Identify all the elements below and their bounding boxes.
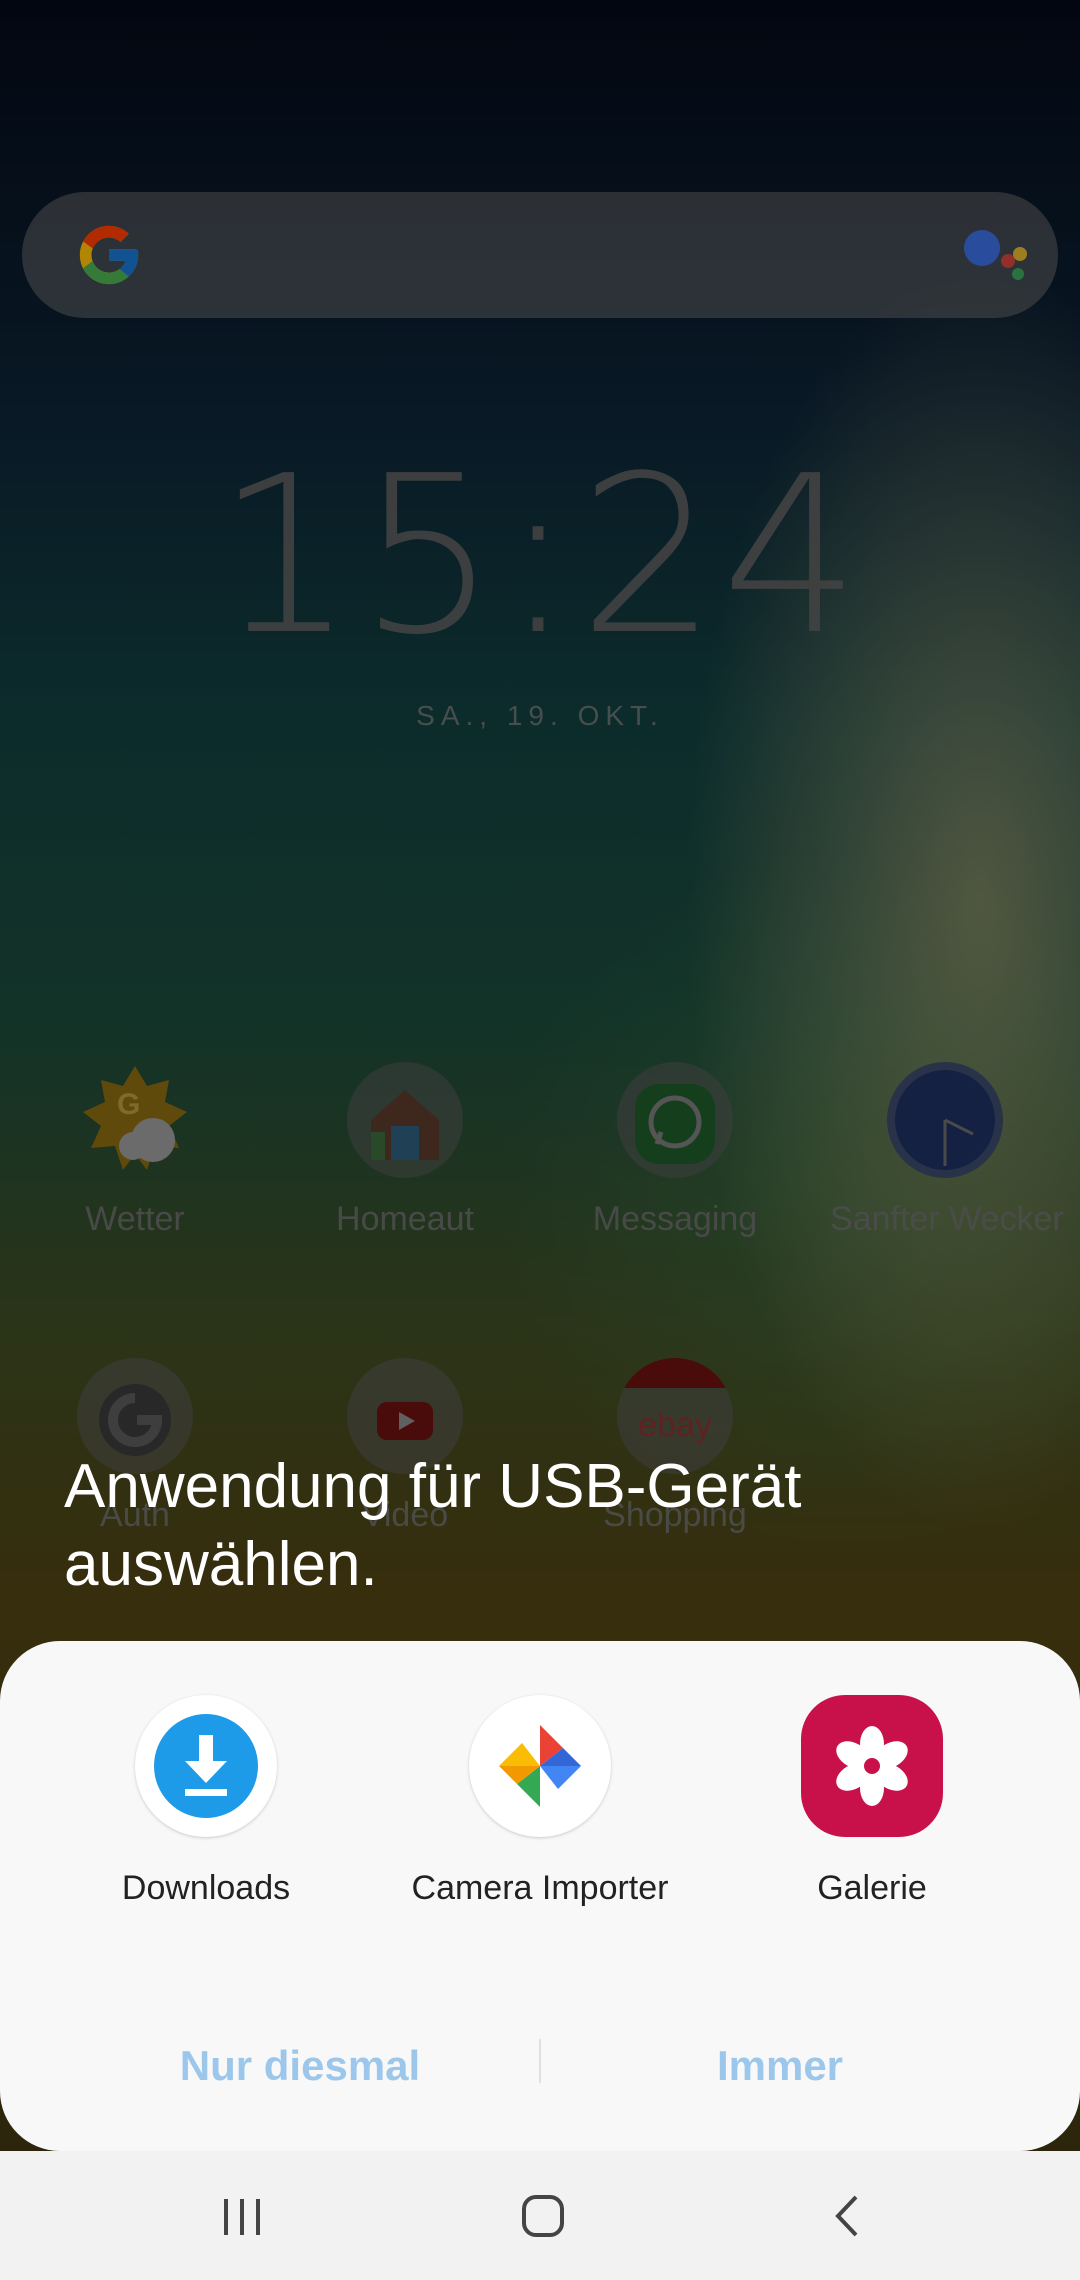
option-label: Downloads: [121, 1869, 291, 1907]
camera-importer-app-icon: [469, 1695, 611, 1837]
galerie-app-icon: [801, 1695, 943, 1837]
usb-app-chooser-sheet: Downloads Camera Importer Galerie Nur di…: [0, 1641, 1080, 2151]
home-button-icon[interactable]: [483, 2181, 603, 2251]
button-divider: [539, 2039, 541, 2083]
always-button[interactable]: Immer: [580, 2021, 980, 2111]
option-camera-importer[interactable]: Camera Importer: [390, 1695, 690, 1908]
flower-icon: [836, 1726, 908, 1806]
dialog-title: Anwendung für USB-Gerät auswählen.: [64, 1452, 802, 1599]
recents-icon[interactable]: [182, 2181, 302, 2251]
option-downloads[interactable]: Downloads: [56, 1695, 356, 1908]
pinwheel-icon: [499, 1725, 581, 1807]
option-label: Camera Importer: [411, 1869, 669, 1907]
downloads-app-icon: [135, 1695, 277, 1837]
option-galerie[interactable]: Galerie: [722, 1695, 1022, 1908]
just-once-button[interactable]: Nur diesmal: [100, 2021, 500, 2111]
navigation-bar: [0, 2151, 1080, 2280]
back-icon[interactable]: [788, 2181, 908, 2251]
option-label: Galerie: [817, 1869, 927, 1907]
download-icon: [154, 1714, 258, 1818]
